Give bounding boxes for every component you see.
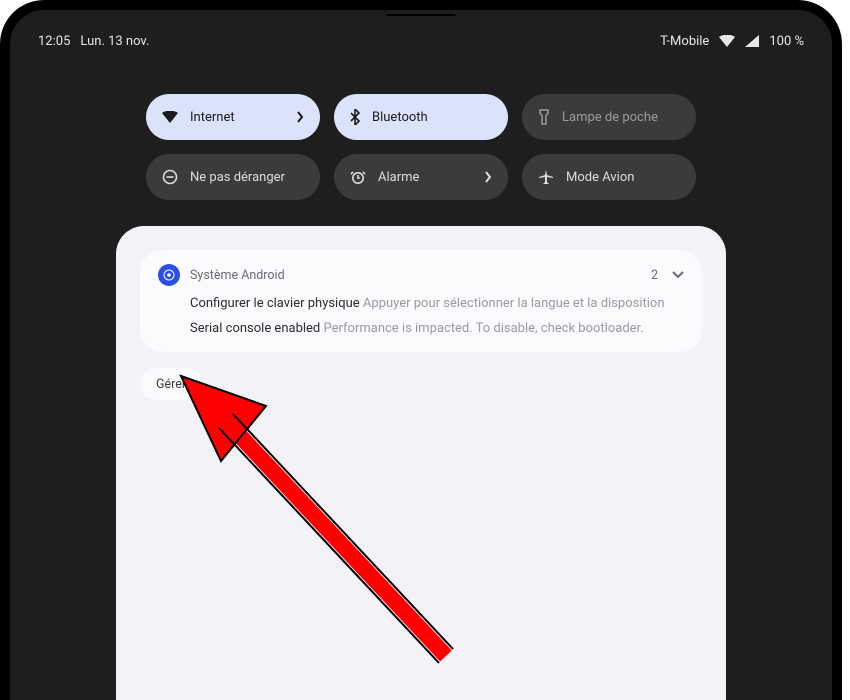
wifi-icon: [162, 111, 178, 123]
status-time: 12:05: [38, 34, 70, 49]
signal-icon: [745, 35, 759, 47]
status-carrier: T-Mobile: [660, 34, 709, 49]
notification-shade: 12:05 Lun. 13 nov. T-Mobile 100 % Intern…: [16, 16, 826, 700]
settings-gear-icon: [158, 264, 180, 286]
tile-bluetooth[interactable]: Bluetooth: [334, 94, 508, 140]
notification-item[interactable]: Configurer le clavier physique Appuyer p…: [158, 296, 684, 311]
tile-airplane[interactable]: Mode Avion: [522, 154, 696, 200]
notification-app-name: Système Android: [190, 268, 641, 283]
quick-settings-row-1: Internet Bluetooth Lampe de poche: [146, 94, 696, 140]
notification-body: Appuyer pour sélectionner la langue et l…: [363, 296, 665, 311]
tile-flashlight[interactable]: Lampe de poche: [522, 94, 696, 140]
tile-label: Alarme: [378, 170, 419, 185]
manage-label: Gérer: [156, 377, 186, 392]
notification-title: Configurer le clavier physique: [190, 296, 363, 311]
status-bar: 12:05 Lun. 13 nov. T-Mobile 100 %: [16, 16, 826, 66]
notification-body: Performance is impacted. To disable, che…: [324, 321, 644, 336]
tile-label: Ne pas déranger: [190, 170, 285, 185]
status-battery: 100 %: [769, 34, 804, 49]
screen: 12:05 Lun. 13 nov. T-Mobile 100 % Intern…: [16, 16, 826, 700]
tile-label: Mode Avion: [566, 170, 634, 185]
notification-group[interactable]: Système Android 2 Configurer le clavier …: [140, 250, 702, 352]
tile-dnd[interactable]: Ne pas déranger: [146, 154, 320, 200]
quick-settings-row-2: Ne pas déranger Alarme Mode Avion: [146, 154, 696, 200]
tile-label: Bluetooth: [372, 110, 428, 125]
chevron-down-icon[interactable]: [672, 271, 684, 279]
tile-internet[interactable]: Internet: [146, 94, 320, 140]
notification-count: 2: [651, 268, 658, 283]
tile-alarm[interactable]: Alarme: [334, 154, 508, 200]
wifi-icon: [719, 35, 735, 47]
chevron-right-icon: [296, 111, 304, 123]
manage-button[interactable]: Gérer: [140, 368, 202, 400]
notification-panel: Système Android 2 Configurer le clavier …: [116, 226, 726, 700]
notification-title: Serial console enabled: [190, 321, 324, 336]
tile-label: Internet: [190, 110, 235, 125]
chevron-right-icon: [484, 171, 492, 183]
device-frame: 12:05 Lun. 13 nov. T-Mobile 100 % Intern…: [0, 0, 842, 700]
dnd-icon: [162, 169, 178, 185]
tile-label: Lampe de poche: [562, 110, 658, 125]
bluetooth-icon: [350, 109, 360, 125]
status-date: Lun. 13 nov.: [80, 34, 149, 49]
notification-item[interactable]: Serial console enabled Performance is im…: [158, 321, 684, 336]
alarm-icon: [350, 169, 366, 185]
flashlight-icon: [538, 109, 550, 125]
airplane-icon: [538, 169, 554, 185]
